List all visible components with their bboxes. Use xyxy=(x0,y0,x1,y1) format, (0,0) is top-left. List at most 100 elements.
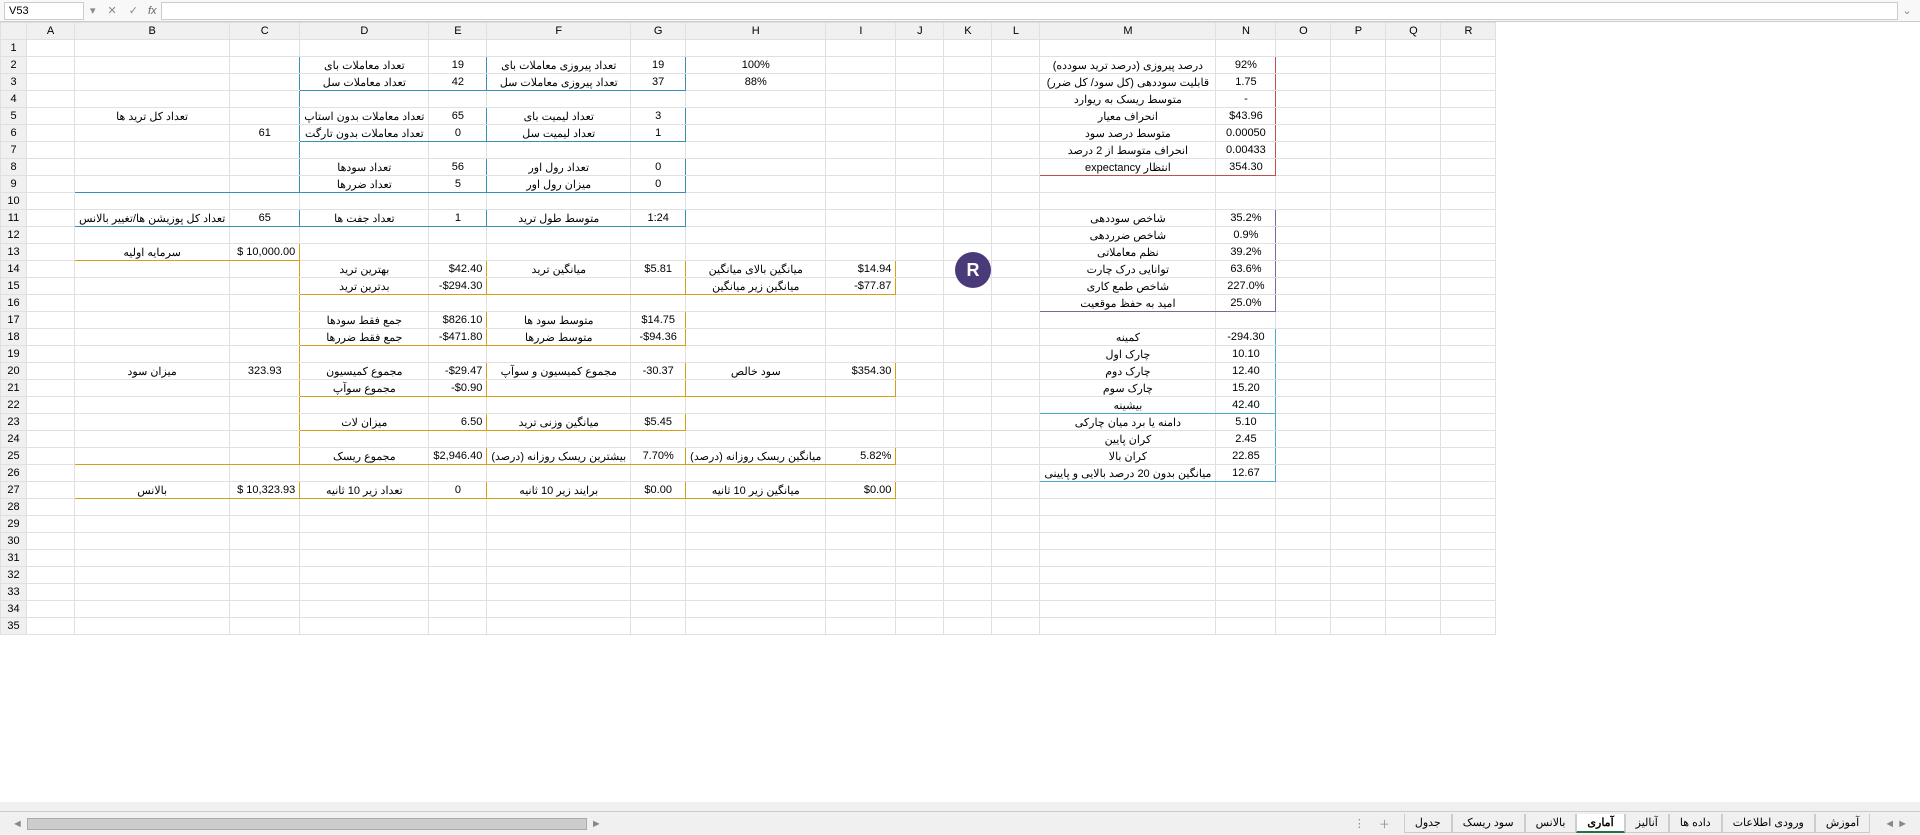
cell-M26[interactable]: میانگین بدون 20 درصد بالایی و پایینی xyxy=(1040,465,1216,482)
cell-I8[interactable] xyxy=(826,159,896,176)
cell-G11[interactable]: 1:24 xyxy=(631,210,686,227)
cell-C7[interactable] xyxy=(230,142,300,159)
cell-P23[interactable] xyxy=(1331,414,1386,431)
cell-O28[interactable] xyxy=(1276,499,1331,516)
cell-M32[interactable] xyxy=(1040,567,1216,584)
cell-J20[interactable] xyxy=(896,363,944,380)
cell-D1[interactable] xyxy=(300,40,429,57)
cell-M30[interactable] xyxy=(1040,533,1216,550)
cell-E13[interactable] xyxy=(429,244,487,261)
cell-I2[interactable] xyxy=(826,57,896,74)
cell-Q10[interactable] xyxy=(1386,193,1441,210)
cell-O5[interactable] xyxy=(1276,108,1331,125)
cell-L19[interactable] xyxy=(992,346,1040,363)
cell-B24[interactable] xyxy=(75,431,230,448)
cell-O10[interactable] xyxy=(1276,193,1331,210)
cell-O1[interactable] xyxy=(1276,40,1331,57)
cell-A30[interactable] xyxy=(27,533,75,550)
cell-G2[interactable]: 19 xyxy=(631,57,686,74)
cell-K8[interactable] xyxy=(944,159,992,176)
cell-A16[interactable] xyxy=(27,295,75,312)
cell-M23[interactable]: دامنه یا برد میان چارکی xyxy=(1040,414,1216,431)
cell-F34[interactable] xyxy=(487,601,631,618)
cell-F5[interactable]: تعداد لیمیت بای xyxy=(487,108,631,125)
row-header-27[interactable]: 27 xyxy=(1,482,27,499)
cell-B4[interactable] xyxy=(75,91,230,108)
cell-O4[interactable] xyxy=(1276,91,1331,108)
cell-M5[interactable]: انحراف معیار xyxy=(1040,108,1216,125)
cell-E34[interactable] xyxy=(429,601,487,618)
cell-R15[interactable] xyxy=(1441,278,1496,295)
cell-E2[interactable]: 19 xyxy=(429,57,487,74)
cell-P5[interactable] xyxy=(1331,108,1386,125)
cell-C30[interactable] xyxy=(230,533,300,550)
cell-F16[interactable] xyxy=(487,295,631,312)
cell-A9[interactable] xyxy=(27,176,75,193)
cell-I15[interactable]: -$77.87 xyxy=(826,278,896,295)
cell-K11[interactable] xyxy=(944,210,992,227)
cell-R28[interactable] xyxy=(1441,499,1496,516)
cell-O17[interactable] xyxy=(1276,312,1331,329)
cell-K2[interactable] xyxy=(944,57,992,74)
cell-K12[interactable] xyxy=(944,227,992,244)
cell-A3[interactable] xyxy=(27,74,75,91)
cell-A35[interactable] xyxy=(27,618,75,635)
cell-D9[interactable]: تعداد ضررها xyxy=(300,176,429,193)
row-header-21[interactable]: 21 xyxy=(1,380,27,397)
cell-I22[interactable] xyxy=(826,397,896,414)
cell-G34[interactable] xyxy=(631,601,686,618)
row-header-34[interactable]: 34 xyxy=(1,601,27,618)
cell-J25[interactable] xyxy=(896,448,944,465)
cell-L18[interactable] xyxy=(992,329,1040,346)
cell-K1[interactable] xyxy=(944,40,992,57)
cell-M6[interactable]: متوسط درصد سود xyxy=(1040,125,1216,142)
cell-I13[interactable] xyxy=(826,244,896,261)
cell-D18[interactable]: جمع فقط ضررها xyxy=(300,329,429,346)
cell-K4[interactable] xyxy=(944,91,992,108)
cell-Q30[interactable] xyxy=(1386,533,1441,550)
cell-P10[interactable] xyxy=(1331,193,1386,210)
cell-H16[interactable] xyxy=(686,295,826,312)
cell-C3[interactable] xyxy=(230,74,300,91)
cell-Q4[interactable] xyxy=(1386,91,1441,108)
cell-K18[interactable] xyxy=(944,329,992,346)
cell-Q12[interactable] xyxy=(1386,227,1441,244)
name-box-dropdown[interactable]: ▾ xyxy=(84,4,102,17)
cell-D35[interactable] xyxy=(300,618,429,635)
cell-H28[interactable] xyxy=(686,499,826,516)
cell-C22[interactable] xyxy=(230,397,300,414)
cell-L23[interactable] xyxy=(992,414,1040,431)
cell-C28[interactable] xyxy=(230,499,300,516)
cell-C23[interactable] xyxy=(230,414,300,431)
cell-P8[interactable] xyxy=(1331,159,1386,176)
cell-O35[interactable] xyxy=(1276,618,1331,635)
cell-A18[interactable] xyxy=(27,329,75,346)
cell-M2[interactable]: درصد پیروزی (درصد ترید سودده) xyxy=(1040,57,1216,74)
cell-B1[interactable] xyxy=(75,40,230,57)
cell-H19[interactable] xyxy=(686,346,826,363)
cell-J30[interactable] xyxy=(896,533,944,550)
cell-G26[interactable] xyxy=(631,465,686,482)
row-header-10[interactable]: 10 xyxy=(1,193,27,210)
cell-M25[interactable]: کران بالا xyxy=(1040,448,1216,465)
cell-G6[interactable]: 1 xyxy=(631,125,686,142)
cell-H17[interactable] xyxy=(686,312,826,329)
cell-O16[interactable] xyxy=(1276,295,1331,312)
row-header-9[interactable]: 9 xyxy=(1,176,27,193)
cell-B8[interactable] xyxy=(75,159,230,176)
cell-G23[interactable]: $5.45 xyxy=(631,414,686,431)
col-header-K[interactable]: K xyxy=(944,23,992,40)
row-header-14[interactable]: 14 xyxy=(1,261,27,278)
cell-K33[interactable] xyxy=(944,584,992,601)
cell-N20[interactable]: 12.40 xyxy=(1216,363,1276,380)
cell-N29[interactable] xyxy=(1216,516,1276,533)
cell-P18[interactable] xyxy=(1331,329,1386,346)
cell-J1[interactable] xyxy=(896,40,944,57)
cell-E12[interactable] xyxy=(429,227,487,244)
cell-L8[interactable] xyxy=(992,159,1040,176)
cell-H13[interactable] xyxy=(686,244,826,261)
cell-I16[interactable] xyxy=(826,295,896,312)
cell-P11[interactable] xyxy=(1331,210,1386,227)
cell-M24[interactable]: کران پایین xyxy=(1040,431,1216,448)
cell-L4[interactable] xyxy=(992,91,1040,108)
